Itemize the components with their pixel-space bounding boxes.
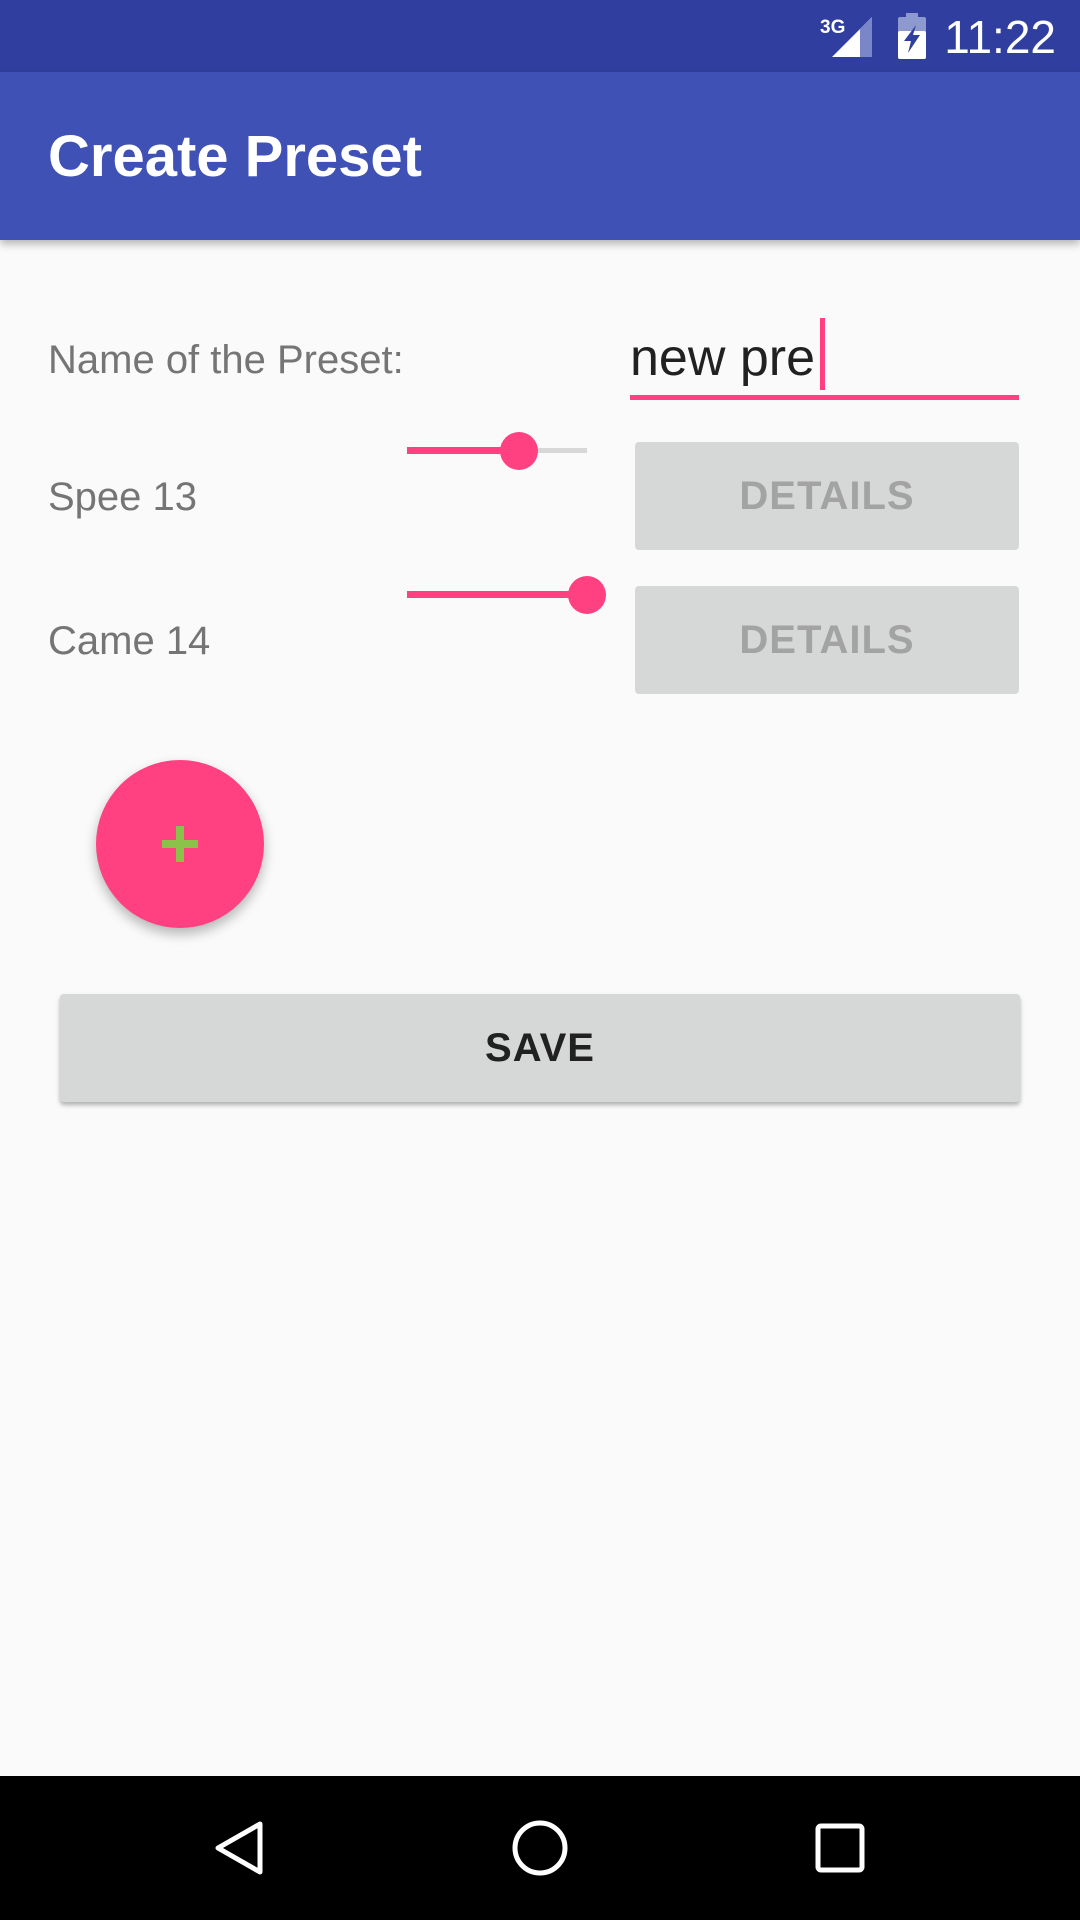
row-label-camera: Came 14 xyxy=(48,619,211,663)
plus-icon xyxy=(162,826,198,862)
slider-thumb[interactable] xyxy=(499,432,538,470)
app-bar: Create Preset xyxy=(0,72,1080,240)
preset-name-label: Name of the Preset: xyxy=(48,338,404,382)
slider-thumb[interactable] xyxy=(568,576,606,614)
add-row-fab[interactable] xyxy=(96,760,264,928)
row-label-speed: Spee 13 xyxy=(48,475,198,519)
page-title: Create Preset xyxy=(48,124,422,189)
signal-3g-icon: 3G xyxy=(820,17,872,57)
details-button-camera[interactable]: DETAILS xyxy=(635,586,1019,694)
preset-name-input[interactable]: new pre xyxy=(630,318,1019,400)
preset-name-value: new pre xyxy=(630,329,815,387)
network-type: 3G xyxy=(820,17,845,38)
recents-icon[interactable] xyxy=(810,1818,870,1878)
back-icon[interactable] xyxy=(210,1818,270,1878)
status-bar: 3G 11:22 xyxy=(0,0,1080,72)
navigation-bar xyxy=(0,1776,1080,1920)
camera-slider[interactable] xyxy=(407,575,606,615)
status-time: 11:22 xyxy=(944,11,1056,63)
text-cursor xyxy=(820,318,825,390)
save-button[interactable]: SAVE xyxy=(60,994,1020,1102)
details-button-speed[interactable]: DETAILS xyxy=(635,442,1019,550)
slider-fill xyxy=(407,591,587,598)
home-icon[interactable] xyxy=(510,1818,570,1878)
battery-charging-icon xyxy=(898,13,926,59)
speed-slider[interactable] xyxy=(407,431,587,471)
